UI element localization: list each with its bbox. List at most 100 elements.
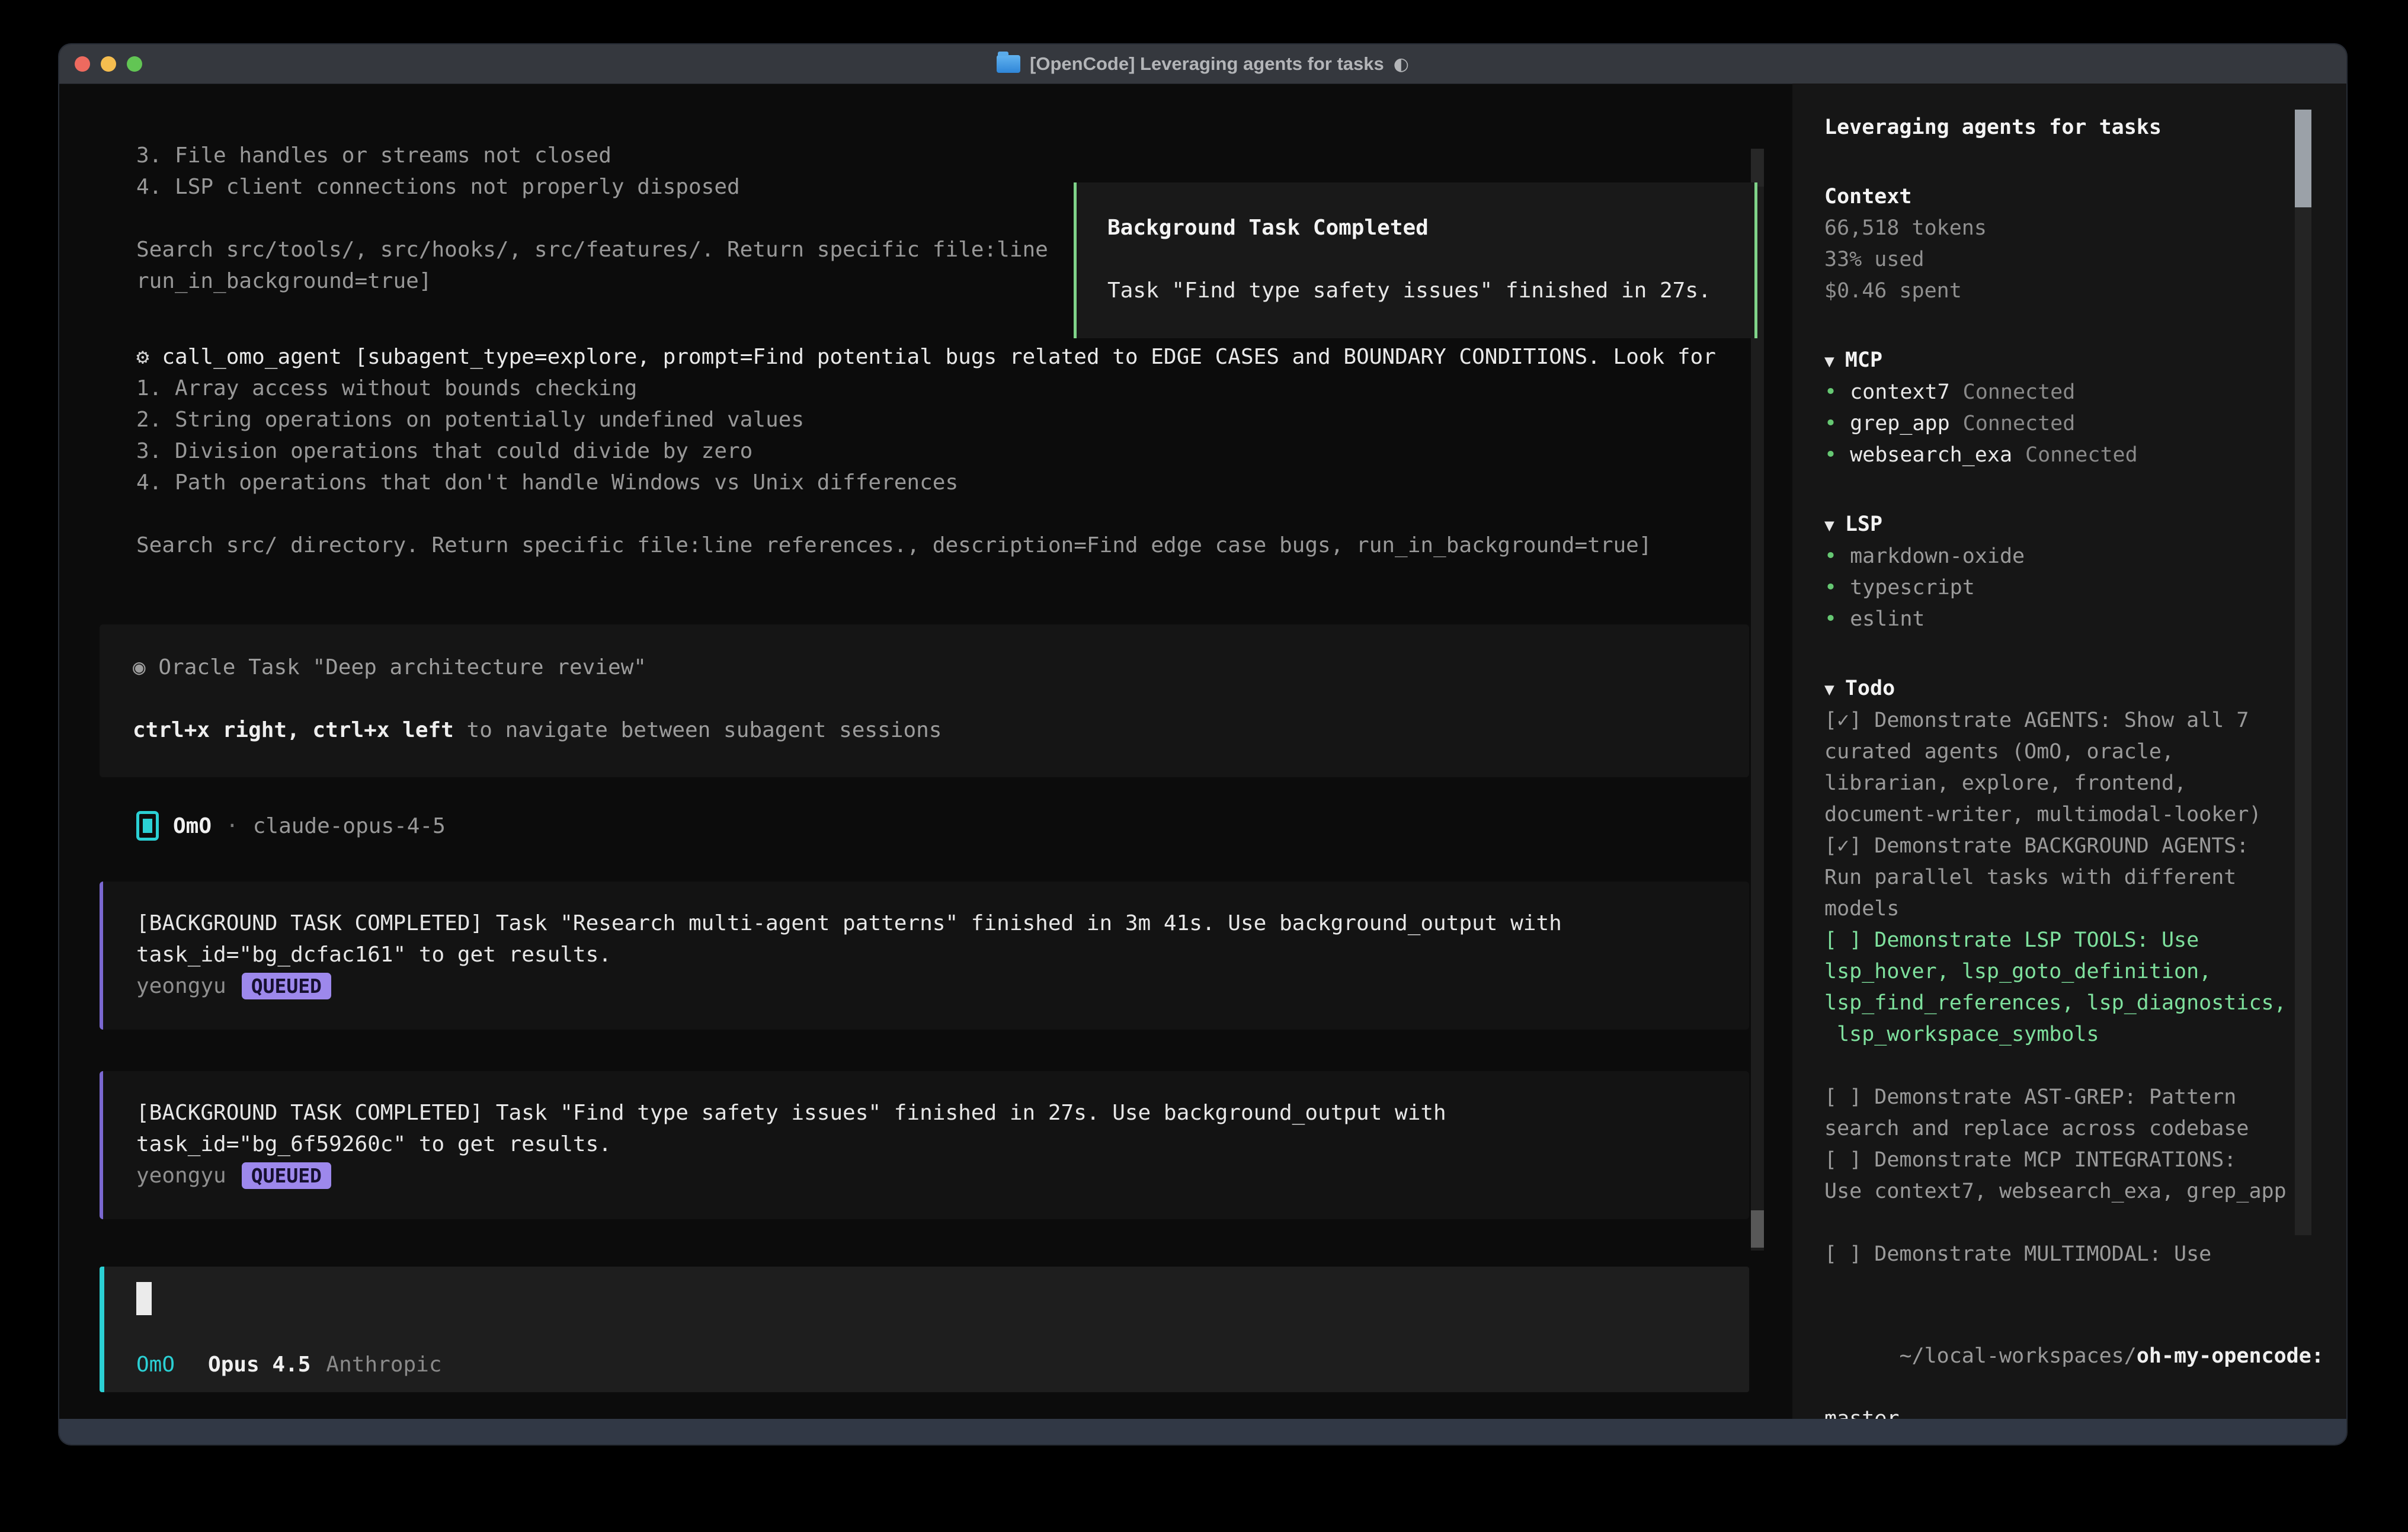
workspace-path: ~/local-workspaces/oh-my-opencode: [1824, 1309, 2346, 1403]
task-line: task_id="bg_dcfac161" to get results. [136, 939, 1716, 970]
log-line [136, 203, 1048, 234]
task-line: [BACKGROUND TASK COMPLETED] Task "Find t… [136, 1097, 1716, 1129]
todo-item: [ ] Demonstrate MCP INTEGRATIONS: Use co… [1824, 1145, 2298, 1207]
tool-call-item: 2. String operations on potentially unde… [136, 404, 1716, 435]
lsp-server-item: • typescript [1824, 572, 2346, 604]
minimize-button[interactable] [101, 56, 116, 72]
lsp-server-item: • markdown-oxide [1824, 541, 2346, 572]
mcp-server-item: • grep_app Connected [1824, 408, 2346, 440]
mcp-server-item: • context7 Connected [1824, 377, 2346, 408]
log-line: Search src/tools/, src/hooks/, src/featu… [136, 234, 1048, 265]
mcp-server-name: context7 [1850, 380, 1950, 404]
mcp-list: • context7 Connected • grep_app Connected • web… [1824, 377, 2346, 471]
status-dot-icon: • [1824, 443, 1837, 467]
context-used: 33% used [1824, 244, 2346, 275]
mcp-server-status: Connected [1963, 412, 2076, 435]
task-line: [BACKGROUND TASK COMPLETED] Task "Resear… [136, 908, 1716, 939]
status-dot-icon: • [1824, 380, 1837, 404]
oracle-hint: ctrl+x right, ctrl+x left to navigate be… [133, 714, 1716, 746]
collapse-triangle-icon: ▼ [1824, 351, 1834, 371]
session-sidebar: Leveraging agents for tasks Context 66,5… [1792, 84, 2346, 1419]
session-title: Leveraging agents for tasks [1824, 112, 2346, 143]
mcp-server-name: grep_app [1850, 412, 1950, 435]
prompt-input[interactable]: OmO Opus 4.5 Anthropic [100, 1267, 1749, 1392]
assistant-log-block: 3. File handles or streams not closed 4.… [136, 140, 1048, 297]
sidebar-scrollbar-thumb[interactable] [2295, 110, 2311, 207]
status-dot-icon: • [1824, 576, 1837, 600]
window-footer [59, 1419, 2346, 1444]
background-task-card: [BACKGROUND TASK COMPLETED] Task "Resear… [100, 882, 1749, 1030]
window-title-wrap: [OpenCode] Leveraging agents for tasks ◐ [997, 53, 1409, 75]
toast-body: Task "Find type safety issues" finished … [1107, 275, 1724, 306]
oracle-session-card[interactable]: ◉ Oracle Task "Deep architecture review"… [100, 624, 1749, 777]
mcp-server-name: websearch_exa [1850, 443, 2012, 467]
tool-call-line: ⚙ call_omo_agent [subagent_type=explore,… [136, 341, 1716, 373]
log-line: run_in_background=true] [136, 265, 1048, 297]
input-model[interactable]: Opus 4.5 [208, 1352, 310, 1377]
lsp-server-name: eslint [1850, 607, 1925, 631]
close-button[interactable] [75, 56, 90, 72]
tool-call-item: 1. Array access without bounds checking [136, 373, 1716, 404]
input-provider: Anthropic [326, 1352, 441, 1377]
tool-call-line: Search src/ directory. Return specific f… [136, 530, 1716, 561]
mcp-server-status: Connected [1963, 380, 2076, 404]
zoom-button[interactable] [127, 56, 142, 72]
text-cursor [136, 1282, 152, 1315]
chat-scroll-area[interactable]: 3. File handles or streams not closed 4.… [59, 84, 1792, 1419]
todo-item: [✓] Demonstrate BACKGROUND AGENTS: Run p… [1824, 831, 2298, 925]
todo-list: [✓] Demonstrate AGENTS: Show all 7 curat… [1824, 705, 2298, 1270]
todo-item: [ ] Demonstrate LSP TOOLS: Use lsp_hover… [1824, 925, 2298, 1050]
mcp-server-item: • websearch_exa Connected [1824, 440, 2346, 471]
status-dot-icon: • [1824, 544, 1837, 568]
window-title: [OpenCode] Leveraging agents for tasks [1030, 53, 1384, 75]
terminal-window: [OpenCode] Leveraging agents for tasks ◐… [59, 44, 2346, 1444]
collapse-triangle-icon: ▼ [1824, 680, 1834, 699]
gear-icon: ⚙ [136, 345, 149, 369]
todo-section-header[interactable]: ▼Todo [1824, 673, 2346, 705]
context-spent: $0.46 spent [1824, 275, 2346, 307]
oracle-title: ◉ Oracle Task "Deep architecture review" [133, 652, 1716, 683]
tool-call-item: 3. Division operations that could divide… [136, 435, 1716, 467]
sidebar-scrollbar[interactable] [2295, 110, 2311, 1235]
mcp-section-header[interactable]: ▼MCP [1824, 345, 2346, 377]
collapse-triangle-icon: ▼ [1824, 515, 1834, 535]
context-stats: 66,518 tokens 33% used $0.46 spent [1824, 213, 2346, 307]
folder-icon [997, 55, 1020, 73]
agent-header: OmO · claude-opus-4-5 [136, 809, 446, 842]
titlebar: [OpenCode] Leveraging agents for tasks ◐ [59, 44, 2346, 84]
half-circle-icon: ◐ [1394, 54, 1409, 75]
todo-item: [✓] Demonstrate AGENTS: Show all 7 curat… [1824, 705, 2298, 831]
background-task-toast[interactable]: Background Task Completed Task "Find typ… [1074, 182, 1757, 338]
lsp-section-header[interactable]: ▼LSP [1824, 509, 2346, 541]
lsp-server-name: typescript [1850, 576, 1975, 600]
workspace-prefix: ~/local-workspaces/ [1899, 1344, 2136, 1368]
tool-call-block: ⚙ call_omo_agent [subagent_type=explore,… [136, 341, 1716, 561]
agent-model: claude-opus-4-5 [253, 814, 446, 838]
input-meta: OmO Opus 4.5 Anthropic [136, 1352, 1717, 1377]
task-user: yeongyu [136, 1164, 226, 1188]
status-badge: QUEUED [242, 973, 331, 999]
workspace-repo: oh-my-opencode: [2137, 1344, 2324, 1368]
main-scrollbar-segment [1751, 149, 1764, 187]
agent-box-icon [136, 811, 159, 841]
status-badge: QUEUED [242, 1162, 331, 1189]
status-dot-icon: • [1824, 607, 1837, 631]
todo-item: [ ] Demonstrate AST-GREP: Pattern search… [1824, 1082, 2298, 1145]
separator-dot: · [226, 814, 239, 838]
main-scrollbar-thumb[interactable] [1751, 1210, 1764, 1248]
log-line: 3. File handles or streams not closed [136, 140, 1048, 171]
toast-title: Background Task Completed [1107, 212, 1724, 243]
mcp-server-status: Connected [2025, 443, 2138, 467]
traffic-lights [75, 56, 142, 72]
input-agent: OmO [136, 1352, 175, 1377]
desktop: { "window": { "title": "[OpenCode] Lever… [0, 0, 2408, 1532]
agent-name: OmO [173, 814, 212, 838]
task-user: yeongyu [136, 974, 226, 998]
log-line: 4. LSP client connections not properly d… [136, 171, 1048, 203]
background-task-card: [BACKGROUND TASK COMPLETED] Task "Find t… [100, 1071, 1749, 1219]
context-tokens: 66,518 tokens [1824, 213, 2346, 244]
record-icon: ◉ [133, 655, 146, 680]
status-dot-icon: • [1824, 412, 1837, 435]
tool-call-item: 4. Path operations that don't handle Win… [136, 467, 1716, 498]
lsp-server-name: markdown-oxide [1850, 544, 2025, 568]
